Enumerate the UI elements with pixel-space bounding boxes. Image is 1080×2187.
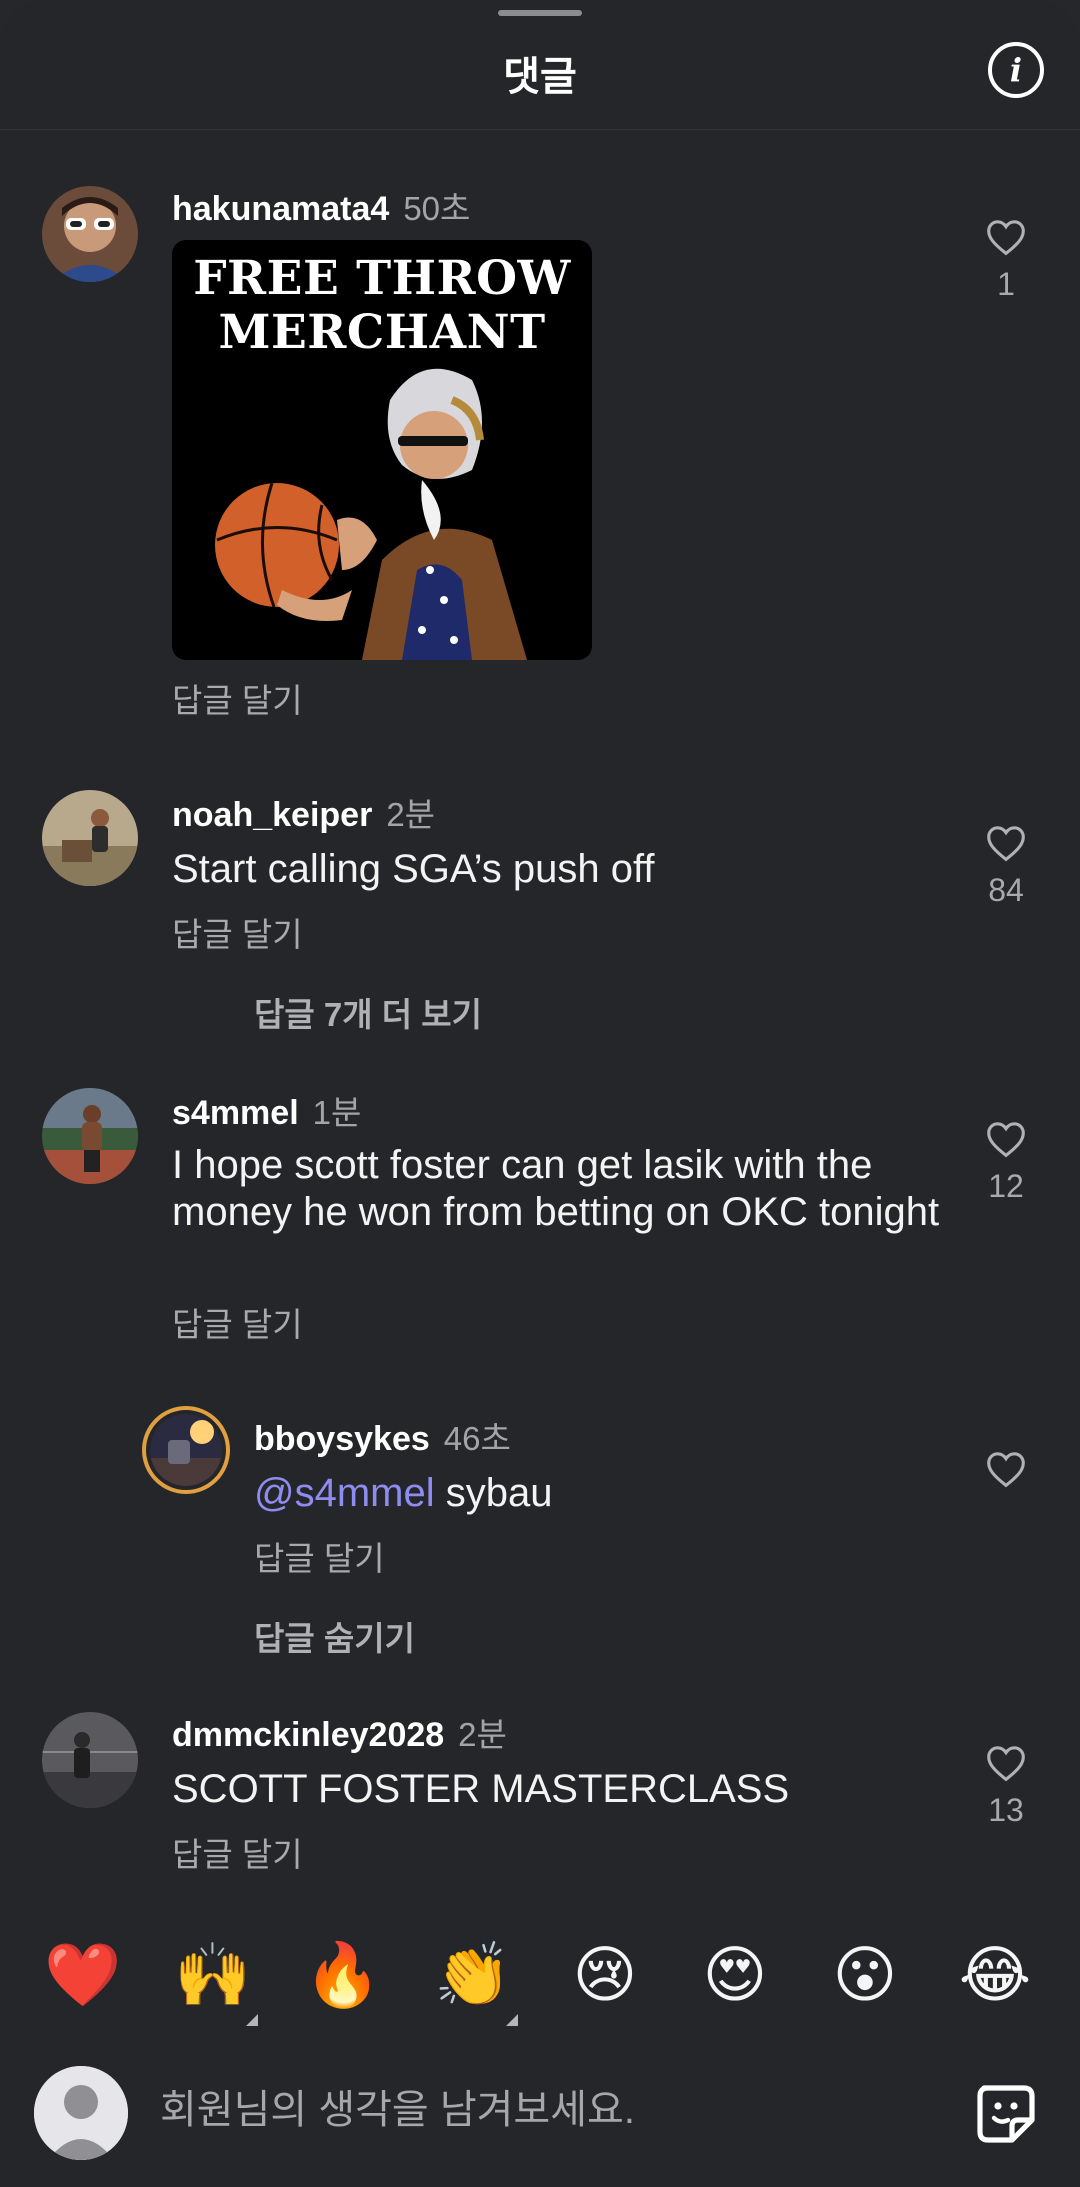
comment-text: SCOTT FOSTER MASTERCLASS: [172, 1767, 790, 1811]
heart-outline-icon: [987, 220, 1025, 256]
comment-input[interactable]: [160, 2080, 920, 2140]
comments-sheet: 댓글 i hakunamata4 50초 FREE THROWMERCHANT: [0, 0, 1080, 2187]
like-count: 1: [997, 266, 1015, 302]
hide-replies-button[interactable]: 답글 숨기기: [254, 1612, 415, 1660]
reply-button[interactable]: 답글 달기: [172, 908, 303, 956]
like-button[interactable]: 13: [966, 1744, 1046, 1829]
skin-tone-indicator-icon: [246, 2014, 258, 2026]
view-more-replies-button[interactable]: 답글 7개 더 보기: [254, 988, 482, 1036]
fire-emoji-button[interactable]: 🔥: [298, 1930, 388, 2020]
avatar[interactable]: [42, 1088, 138, 1184]
reply-text: @s4mmel sybau: [254, 1470, 934, 1517]
skin-tone-indicator-icon: [506, 2014, 518, 2026]
mention-link[interactable]: @s4mmel: [254, 1471, 435, 1515]
heart-outline-icon: [987, 1452, 1025, 1488]
laughing-emoji-button[interactable]: 😂: [950, 1930, 1040, 2020]
heart-eyes-emoji-button[interactable]: 😍: [690, 1930, 780, 2020]
like-button[interactable]: 12: [966, 1120, 1046, 1205]
info-icon[interactable]: i: [988, 42, 1044, 98]
timestamp: 2분: [386, 796, 436, 833]
avatar[interactable]: [42, 790, 138, 886]
reply-button[interactable]: 답글 달기: [254, 1532, 385, 1580]
page-title: 댓글: [503, 55, 577, 99]
comment-composer: [0, 2040, 1080, 2187]
timestamp: 46초: [443, 1420, 511, 1457]
heart-outline-icon: [987, 1746, 1025, 1782]
reply-button[interactable]: 답글 달기: [172, 674, 303, 722]
username[interactable]: noah_keiper: [172, 796, 372, 834]
username[interactable]: bboysykes: [254, 1420, 430, 1458]
raising-hands-emoji-button[interactable]: 🙌: [168, 1930, 258, 2020]
like-button[interactable]: 84: [966, 824, 1046, 909]
heart-outline-icon: [987, 1122, 1025, 1158]
reply-body: sybau: [434, 1471, 553, 1515]
username[interactable]: s4mmel: [172, 1094, 299, 1132]
avatar[interactable]: [42, 186, 138, 282]
like-button[interactable]: 1: [966, 218, 1046, 303]
username[interactable]: dmmckinley2028: [172, 1716, 444, 1754]
surprised-emoji-button[interactable]: 😮: [820, 1930, 910, 2020]
emoji-reaction-bar: ❤️ 🙌 🔥 👏 😢 😍 😮 😂: [0, 1930, 1080, 2040]
timestamp: 2분: [458, 1716, 507, 1753]
comments-header: 댓글 i: [0, 0, 1080, 130]
heart-outline-icon: [987, 826, 1025, 862]
reply-button[interactable]: 답글 달기: [172, 1828, 303, 1876]
reply-button[interactable]: 답글 달기: [172, 1298, 303, 1346]
clapping-emoji-button[interactable]: 👏: [428, 1930, 518, 2020]
crying-emoji-button[interactable]: 😢: [560, 1930, 650, 2020]
like-count: 12: [988, 1168, 1024, 1204]
sticker-icon[interactable]: [972, 2080, 1040, 2148]
like-count: 84: [988, 872, 1024, 908]
user-avatar-icon: [34, 2066, 128, 2160]
comment-text: Start calling SGA’s push off: [172, 847, 655, 891]
timestamp: 50초: [403, 190, 471, 227]
comment-text: I hope scott foster can get lasik with t…: [172, 1143, 940, 1234]
heart-emoji-button[interactable]: ❤️: [38, 1930, 128, 2020]
free-throw-merchant-gif[interactable]: FREE THROW MERCHANT: [172, 240, 592, 660]
avatar[interactable]: [42, 1712, 138, 1808]
avatar[interactable]: [142, 1406, 230, 1494]
like-count: 13: [988, 1792, 1024, 1828]
timestamp: 1분: [312, 1094, 362, 1131]
username[interactable]: hakunamata4: [172, 190, 389, 228]
like-button[interactable]: [966, 1450, 1046, 1488]
